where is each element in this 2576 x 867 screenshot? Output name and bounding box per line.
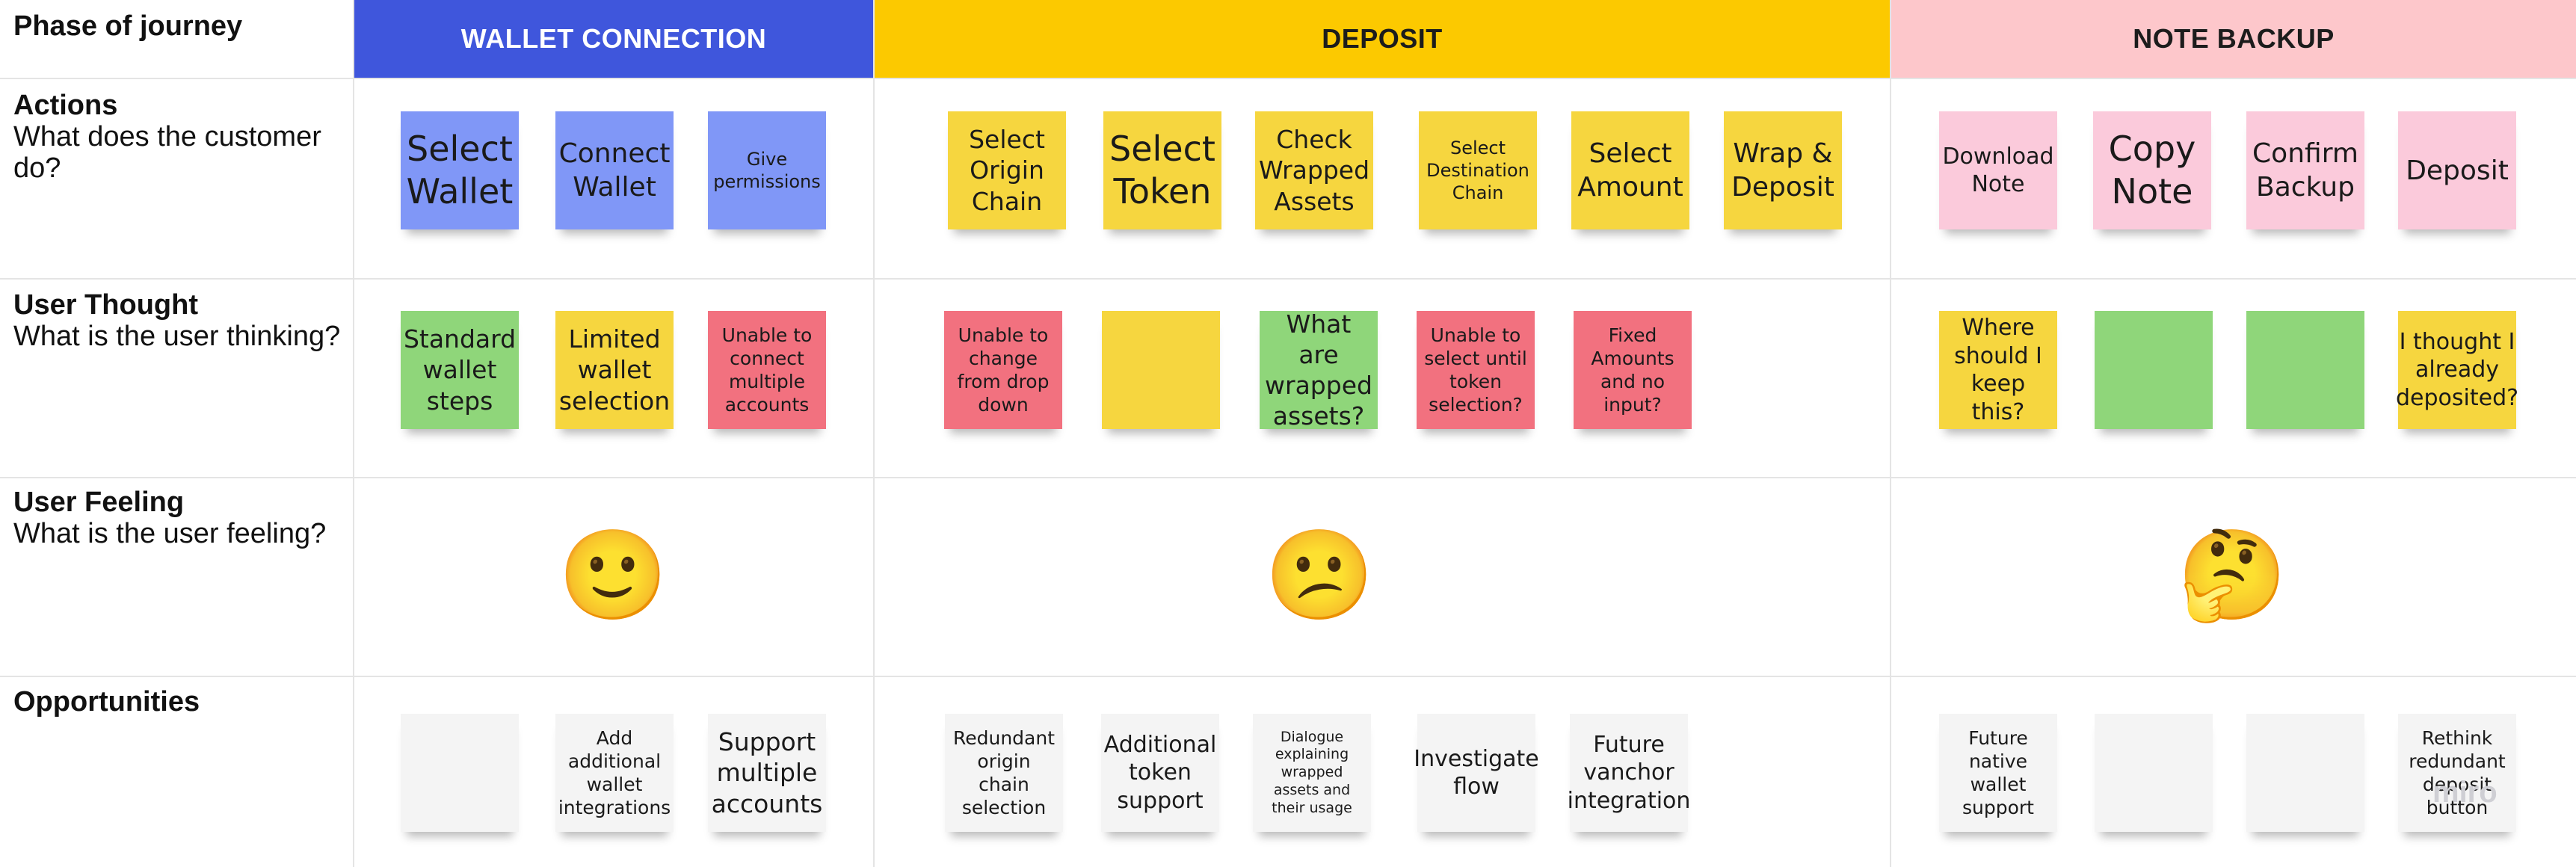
sticky-note-action[interactable]: Select Origin Chain: [948, 111, 1066, 229]
sticky-text: What are wrapped assets?: [1265, 309, 1372, 431]
sticky-text: Standard wallet steps: [403, 324, 517, 416]
sticky-note-opportunity[interactable]: Add additional wallet integrations: [555, 714, 674, 832]
sticky-text: Give permissions: [713, 149, 821, 192]
confused-face-icon: 😕: [1264, 526, 1375, 625]
sticky-text: Support multiple accounts: [711, 727, 823, 818]
sticky-text: Where should I keep this?: [1954, 315, 2042, 425]
sticky-note-thought[interactable]: Unable to select until token selection?: [1417, 311, 1535, 429]
phase-label: WALLET CONNECTION: [460, 23, 767, 54]
sticky-text: Unable to connect multiple accounts: [721, 324, 813, 416]
sticky-text: Select Origin Chain: [969, 125, 1045, 216]
row-subtitle: What does the customer do?: [13, 121, 321, 184]
sticky-note-opportunity[interactable]: Rethink redundant deposit button: [2398, 714, 2516, 832]
row-divider: [0, 477, 2576, 478]
sticky-note-action[interactable]: Select Destination Chain: [1419, 111, 1537, 229]
sticky-note-thought[interactable]: Where should I keep this?: [1939, 311, 2057, 429]
sticky-note-action[interactable]: Connect Wallet: [555, 111, 674, 229]
sticky-note-action[interactable]: Check Wrapped Assets: [1255, 111, 1373, 229]
sticky-text: Unable to select until token selection?: [1424, 324, 1527, 416]
sticky-note-action[interactable]: Select Amount: [1571, 111, 1689, 229]
row-title: User Thought: [13, 289, 198, 321]
sticky-note-thought[interactable]: [2095, 311, 2213, 429]
row-title: User Feeling: [13, 487, 185, 518]
sticky-note-action[interactable]: Select Wallet: [401, 111, 519, 229]
phase-of-journey-label: Phase of journey: [13, 10, 342, 42]
row-label-user-thought: User Thought What is the user thinking?: [13, 289, 342, 352]
sticky-text: Additional token support: [1103, 731, 1217, 814]
row-divider: [0, 78, 2576, 79]
sticky-text: Copy Note: [2108, 128, 2196, 212]
sticky-note-thought[interactable]: Fixed Amounts and no input?: [1574, 311, 1692, 429]
column-divider: [353, 0, 354, 867]
journey-map-board: Phase of journey WALLET CONNECTION DEPOS…: [0, 0, 2576, 867]
column-divider: [1890, 0, 1891, 867]
sticky-note-opportunity[interactable]: Support multiple accounts: [708, 714, 826, 832]
sticky-text: Select Token: [1109, 128, 1215, 212]
sticky-note-thought[interactable]: Standard wallet steps: [401, 311, 519, 429]
sticky-note-opportunity[interactable]: [2246, 714, 2364, 832]
row-label-user-feeling: User Feeling What is the user feeling?: [13, 487, 342, 549]
sticky-note-opportunity[interactable]: [401, 714, 519, 832]
sticky-note-action[interactable]: Download Note: [1939, 111, 2057, 229]
sticky-text: Wrap & Deposit: [1731, 138, 1834, 203]
sticky-text: I thought I already deposited?: [2395, 328, 2519, 411]
sticky-note-thought[interactable]: Unable to change from drop down: [944, 311, 1062, 429]
row-subtitle: What is the user thinking?: [13, 321, 341, 352]
sticky-note-action[interactable]: Deposit: [2398, 111, 2516, 229]
sticky-note-thought[interactable]: [1102, 311, 1220, 429]
sticky-note-opportunity[interactable]: Future vanchor integration: [1567, 714, 1691, 832]
phase-header-deposit[interactable]: DEPOSIT: [875, 0, 1890, 78]
sticky-note-action[interactable]: Wrap & Deposit: [1724, 111, 1842, 229]
phase-label: DEPOSIT: [1322, 23, 1443, 54]
row-label-actions: Actions What does the customer do?: [13, 90, 342, 184]
sticky-text: Confirm Backup: [2252, 138, 2358, 203]
sticky-text: Download Note: [1942, 143, 2054, 198]
sticky-note-opportunity[interactable]: Redundant origin chain selection: [945, 714, 1063, 832]
sticky-text: Select Amount: [1577, 138, 1683, 203]
sticky-text: Future native wallet support: [1962, 726, 2034, 819]
phase-header-note-backup[interactable]: NOTE BACKUP: [1891, 0, 2576, 78]
row-subtitle: What is the user feeling?: [13, 518, 327, 549]
row-title: Opportunities: [13, 686, 200, 718]
sticky-text: Add additional wallet integrations: [558, 726, 671, 819]
miro-watermark: miro: [2432, 776, 2498, 809]
sticky-note-action[interactable]: Copy Note: [2093, 111, 2211, 229]
sticky-note-action[interactable]: Confirm Backup: [2246, 111, 2364, 229]
sticky-text: Select Destination Chain: [1426, 138, 1529, 203]
sticky-text: Investigate flow: [1414, 745, 1539, 800]
sticky-note-thought[interactable]: Unable to connect multiple accounts: [708, 311, 826, 429]
sticky-text: Fixed Amounts and no input?: [1591, 324, 1674, 416]
sticky-text: Future vanchor integration: [1567, 731, 1691, 814]
row-label-opportunities: Opportunities: [13, 686, 342, 718]
phase-header-wallet-connection[interactable]: WALLET CONNECTION: [354, 0, 873, 78]
sticky-note-opportunity[interactable]: Investigate flow: [1414, 714, 1539, 832]
sticky-note-action[interactable]: Give permissions: [708, 111, 826, 229]
sticky-note-opportunity[interactable]: [2095, 714, 2213, 832]
sticky-note-opportunity[interactable]: Dialogue explaining wrapped assets and t…: [1253, 714, 1371, 832]
slightly-smiling-face-icon: 🙂: [558, 526, 668, 625]
phase-of-journey-text: Phase of journey: [13, 10, 243, 42]
sticky-note-thought[interactable]: I thought I already deposited?: [2395, 311, 2519, 429]
phase-label: NOTE BACKUP: [2133, 23, 2335, 54]
sticky-text: Limited wallet selection: [558, 324, 671, 416]
sticky-text: Check Wrapped Assets: [1258, 125, 1370, 216]
sticky-text: Select Wallet: [406, 128, 514, 212]
row-divider: [0, 278, 2576, 280]
row-divider: [0, 676, 2576, 677]
sticky-note-thought[interactable]: Limited wallet selection: [555, 311, 674, 429]
sticky-text: Dialogue explaining wrapped assets and t…: [1272, 728, 1352, 816]
sticky-text: Deposit: [2406, 155, 2509, 186]
sticky-note-thought[interactable]: What are wrapped assets?: [1260, 309, 1378, 431]
sticky-note-action[interactable]: Select Token: [1103, 111, 1221, 229]
sticky-note-opportunity[interactable]: Future native wallet support: [1939, 714, 2057, 832]
sticky-note-opportunity[interactable]: Additional token support: [1101, 714, 1219, 832]
column-divider: [873, 0, 875, 867]
row-title: Actions: [13, 90, 118, 121]
sticky-note-thought[interactable]: [2246, 311, 2364, 429]
thinking-face-icon: 🤔: [2177, 526, 2287, 625]
sticky-text: Connect Wallet: [558, 138, 671, 203]
sticky-text: Redundant origin chain selection: [952, 726, 1056, 819]
sticky-text: Unable to change from drop down: [957, 324, 1050, 416]
